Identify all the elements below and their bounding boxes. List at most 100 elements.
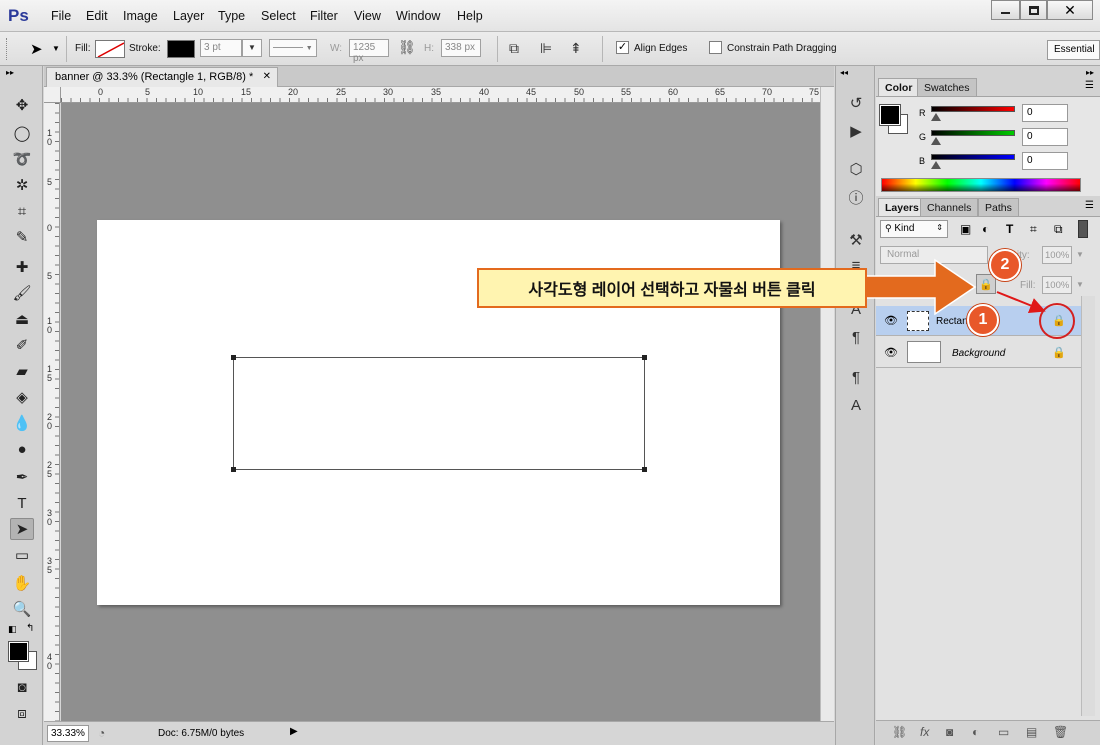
collapse-panel-icon[interactable]: ▸▸ xyxy=(6,68,14,77)
path-anchor-handle[interactable] xyxy=(231,467,236,472)
filter-kind-dropdown[interactable]: ⚲ Kind ⇕ xyxy=(880,220,948,238)
blue-channel-slider[interactable] xyxy=(931,154,1015,160)
magic-wand-tool-icon[interactable]: ✲ xyxy=(10,174,34,196)
chevron-down-icon[interactable]: ▼ xyxy=(1076,250,1084,259)
blend-mode-dropdown[interactable]: Normal xyxy=(880,246,988,264)
menu-help[interactable]: Help xyxy=(457,9,483,23)
zoom-level-field[interactable]: 33.33% xyxy=(47,725,89,742)
chevron-down-icon[interactable]: ▼ xyxy=(1076,280,1084,289)
adjustment-layer-icon[interactable]: ◐ xyxy=(972,725,979,739)
brush-tool-icon[interactable]: 🖌 xyxy=(10,282,34,304)
layer-style-icon[interactable]: fx xyxy=(920,725,929,739)
eyedropper-tool-icon[interactable]: ✎ xyxy=(10,226,34,248)
green-channel-slider[interactable] xyxy=(931,130,1015,136)
ruler-origin[interactable] xyxy=(44,87,61,103)
tab-layers[interactable]: Layers xyxy=(878,198,926,217)
screen-mode-icon[interactable]: ⧈ xyxy=(10,702,34,724)
red-value-field[interactable]: 0 xyxy=(1022,104,1068,122)
add-mask-icon[interactable]: ◙ xyxy=(946,725,953,739)
collapse-panel-icon[interactable]: ▸▸ xyxy=(1086,68,1094,77)
red-slider-knob[interactable] xyxy=(931,113,941,121)
green-value-field[interactable]: 0 xyxy=(1022,128,1068,146)
maximize-button[interactable] xyxy=(1020,0,1047,20)
filter-adjustment-icon[interactable]: ◐ xyxy=(982,222,989,236)
stroke-type-dropdown[interactable]: ▼ xyxy=(269,39,317,57)
collapse-dock-icon[interactable]: ◂◂ xyxy=(840,68,848,77)
align-edges-checkbox[interactable]: ✓ xyxy=(616,41,629,54)
swap-colors-icon[interactable]: ↰ xyxy=(26,623,34,634)
panel-menu-icon[interactable]: ☰ xyxy=(1085,80,1094,91)
tab-paths[interactable]: Paths xyxy=(978,198,1019,217)
menu-layer[interactable]: Layer xyxy=(173,9,204,23)
marquee-tool-icon[interactable]: ◯ xyxy=(10,122,34,144)
width-field[interactable]: 1235 px xyxy=(349,39,389,64)
constrain-path-checkbox[interactable] xyxy=(709,41,722,54)
panel-menu-icon[interactable]: ☰ xyxy=(1085,200,1094,211)
blue-slider-knob[interactable] xyxy=(931,161,941,169)
filter-smart-object-icon[interactable]: ⧉ xyxy=(1054,222,1063,237)
history-brush-tool-icon[interactable]: ✐ xyxy=(10,334,34,356)
default-colors-icon[interactable]: ◧ xyxy=(8,624,17,635)
fill-opacity-field[interactable]: 100% xyxy=(1042,276,1072,294)
delete-layer-icon[interactable]: 🗑 xyxy=(1053,725,1068,739)
history-panel-icon[interactable]: ↺ xyxy=(844,92,868,114)
foreground-color-swatch[interactable] xyxy=(8,641,29,662)
filter-shape-icon[interactable]: ⌗ xyxy=(1030,222,1037,237)
workspace-switcher[interactable]: Essential xyxy=(1047,40,1100,60)
layer-row-background[interactable]: 👁 Background 🔒 xyxy=(876,338,1081,368)
paint-bucket-tool-icon[interactable]: ◈ xyxy=(10,386,34,408)
close-icon[interactable]: ✕ xyxy=(263,71,271,82)
layers-panel-scrollbar[interactable] xyxy=(1081,296,1095,716)
minimize-button[interactable] xyxy=(991,0,1020,20)
red-channel-slider[interactable] xyxy=(931,106,1015,112)
character-styles-icon[interactable]: A xyxy=(844,394,868,416)
eraser-tool-icon[interactable]: ▰ xyxy=(10,360,34,382)
eye-icon[interactable]: 👁 xyxy=(884,314,898,327)
link-icon[interactable]: ⛓ xyxy=(398,39,416,56)
path-anchor-handle[interactable] xyxy=(231,355,236,360)
rectangle-shape[interactable] xyxy=(233,357,645,470)
menu-image[interactable]: Image xyxy=(123,9,158,23)
link-layers-icon[interactable]: ⛓ xyxy=(892,725,907,739)
document-tab[interactable]: banner @ 33.3% (Rectangle 1, RGB/8) * ✕ xyxy=(46,67,278,87)
new-layer-icon[interactable]: ▤ xyxy=(1026,725,1037,739)
path-select-tool-icon[interactable]: ➤ xyxy=(30,40,43,58)
rectangle-tool-icon[interactable]: ▭ xyxy=(10,544,34,566)
dodge-tool-icon[interactable]: ● xyxy=(10,438,34,460)
lasso-tool-icon[interactable]: ➰ xyxy=(10,148,34,170)
filter-type-icon[interactable]: T xyxy=(1006,222,1013,236)
new-group-icon[interactable]: ▭ xyxy=(998,725,1009,739)
menu-type[interactable]: Type xyxy=(218,9,245,23)
path-anchor-handle[interactable] xyxy=(642,355,647,360)
path-alignment-icon[interactable]: ⊫ xyxy=(540,40,552,57)
tool-preset-dropdown-icon[interactable]: ▼ xyxy=(52,44,60,53)
path-operations-icon[interactable]: ⧉ xyxy=(509,40,519,57)
zoom-tool-icon[interactable]: 🔍 xyxy=(10,598,34,620)
fill-swatch[interactable] xyxy=(95,40,125,58)
type-tool-icon[interactable]: T xyxy=(10,492,34,514)
opacity-field[interactable]: 100% xyxy=(1042,246,1072,264)
tab-color[interactable]: Color xyxy=(878,78,920,97)
clone-stamp-tool-icon[interactable]: ⏏ xyxy=(10,308,34,330)
stroke-width-field[interactable]: 3 pt xyxy=(200,39,242,57)
stroke-width-dropdown[interactable]: ▼ xyxy=(242,39,262,57)
tool-presets-icon[interactable]: ⚒ xyxy=(844,229,868,251)
path-selection-tool-icon[interactable]: ➤ xyxy=(10,518,34,540)
foreground-color-swatch[interactable] xyxy=(879,104,901,126)
3d-panel-icon[interactable]: ⬡ xyxy=(844,158,868,180)
stroke-swatch[interactable] xyxy=(167,40,195,58)
hand-tool-icon[interactable]: ✋ xyxy=(10,572,34,594)
crop-tool-icon[interactable]: ⌗ xyxy=(10,200,34,222)
height-field[interactable]: 338 px xyxy=(441,39,481,57)
pen-tool-icon[interactable]: ✒ xyxy=(10,466,34,488)
filter-toggle[interactable] xyxy=(1078,220,1088,238)
paragraph-panel-icon[interactable]: ¶ xyxy=(844,326,868,348)
menu-edit[interactable]: Edit xyxy=(86,9,108,23)
menu-window[interactable]: Window xyxy=(396,9,440,23)
menu-file[interactable]: File xyxy=(51,9,71,23)
color-spectrum-ramp[interactable] xyxy=(881,178,1081,192)
tab-channels[interactable]: Channels xyxy=(920,198,979,217)
path-anchor-handle[interactable] xyxy=(642,467,647,472)
healing-brush-tool-icon[interactable]: ✚ xyxy=(10,256,34,278)
status-menu-arrow-icon[interactable]: ▶ xyxy=(290,726,298,737)
